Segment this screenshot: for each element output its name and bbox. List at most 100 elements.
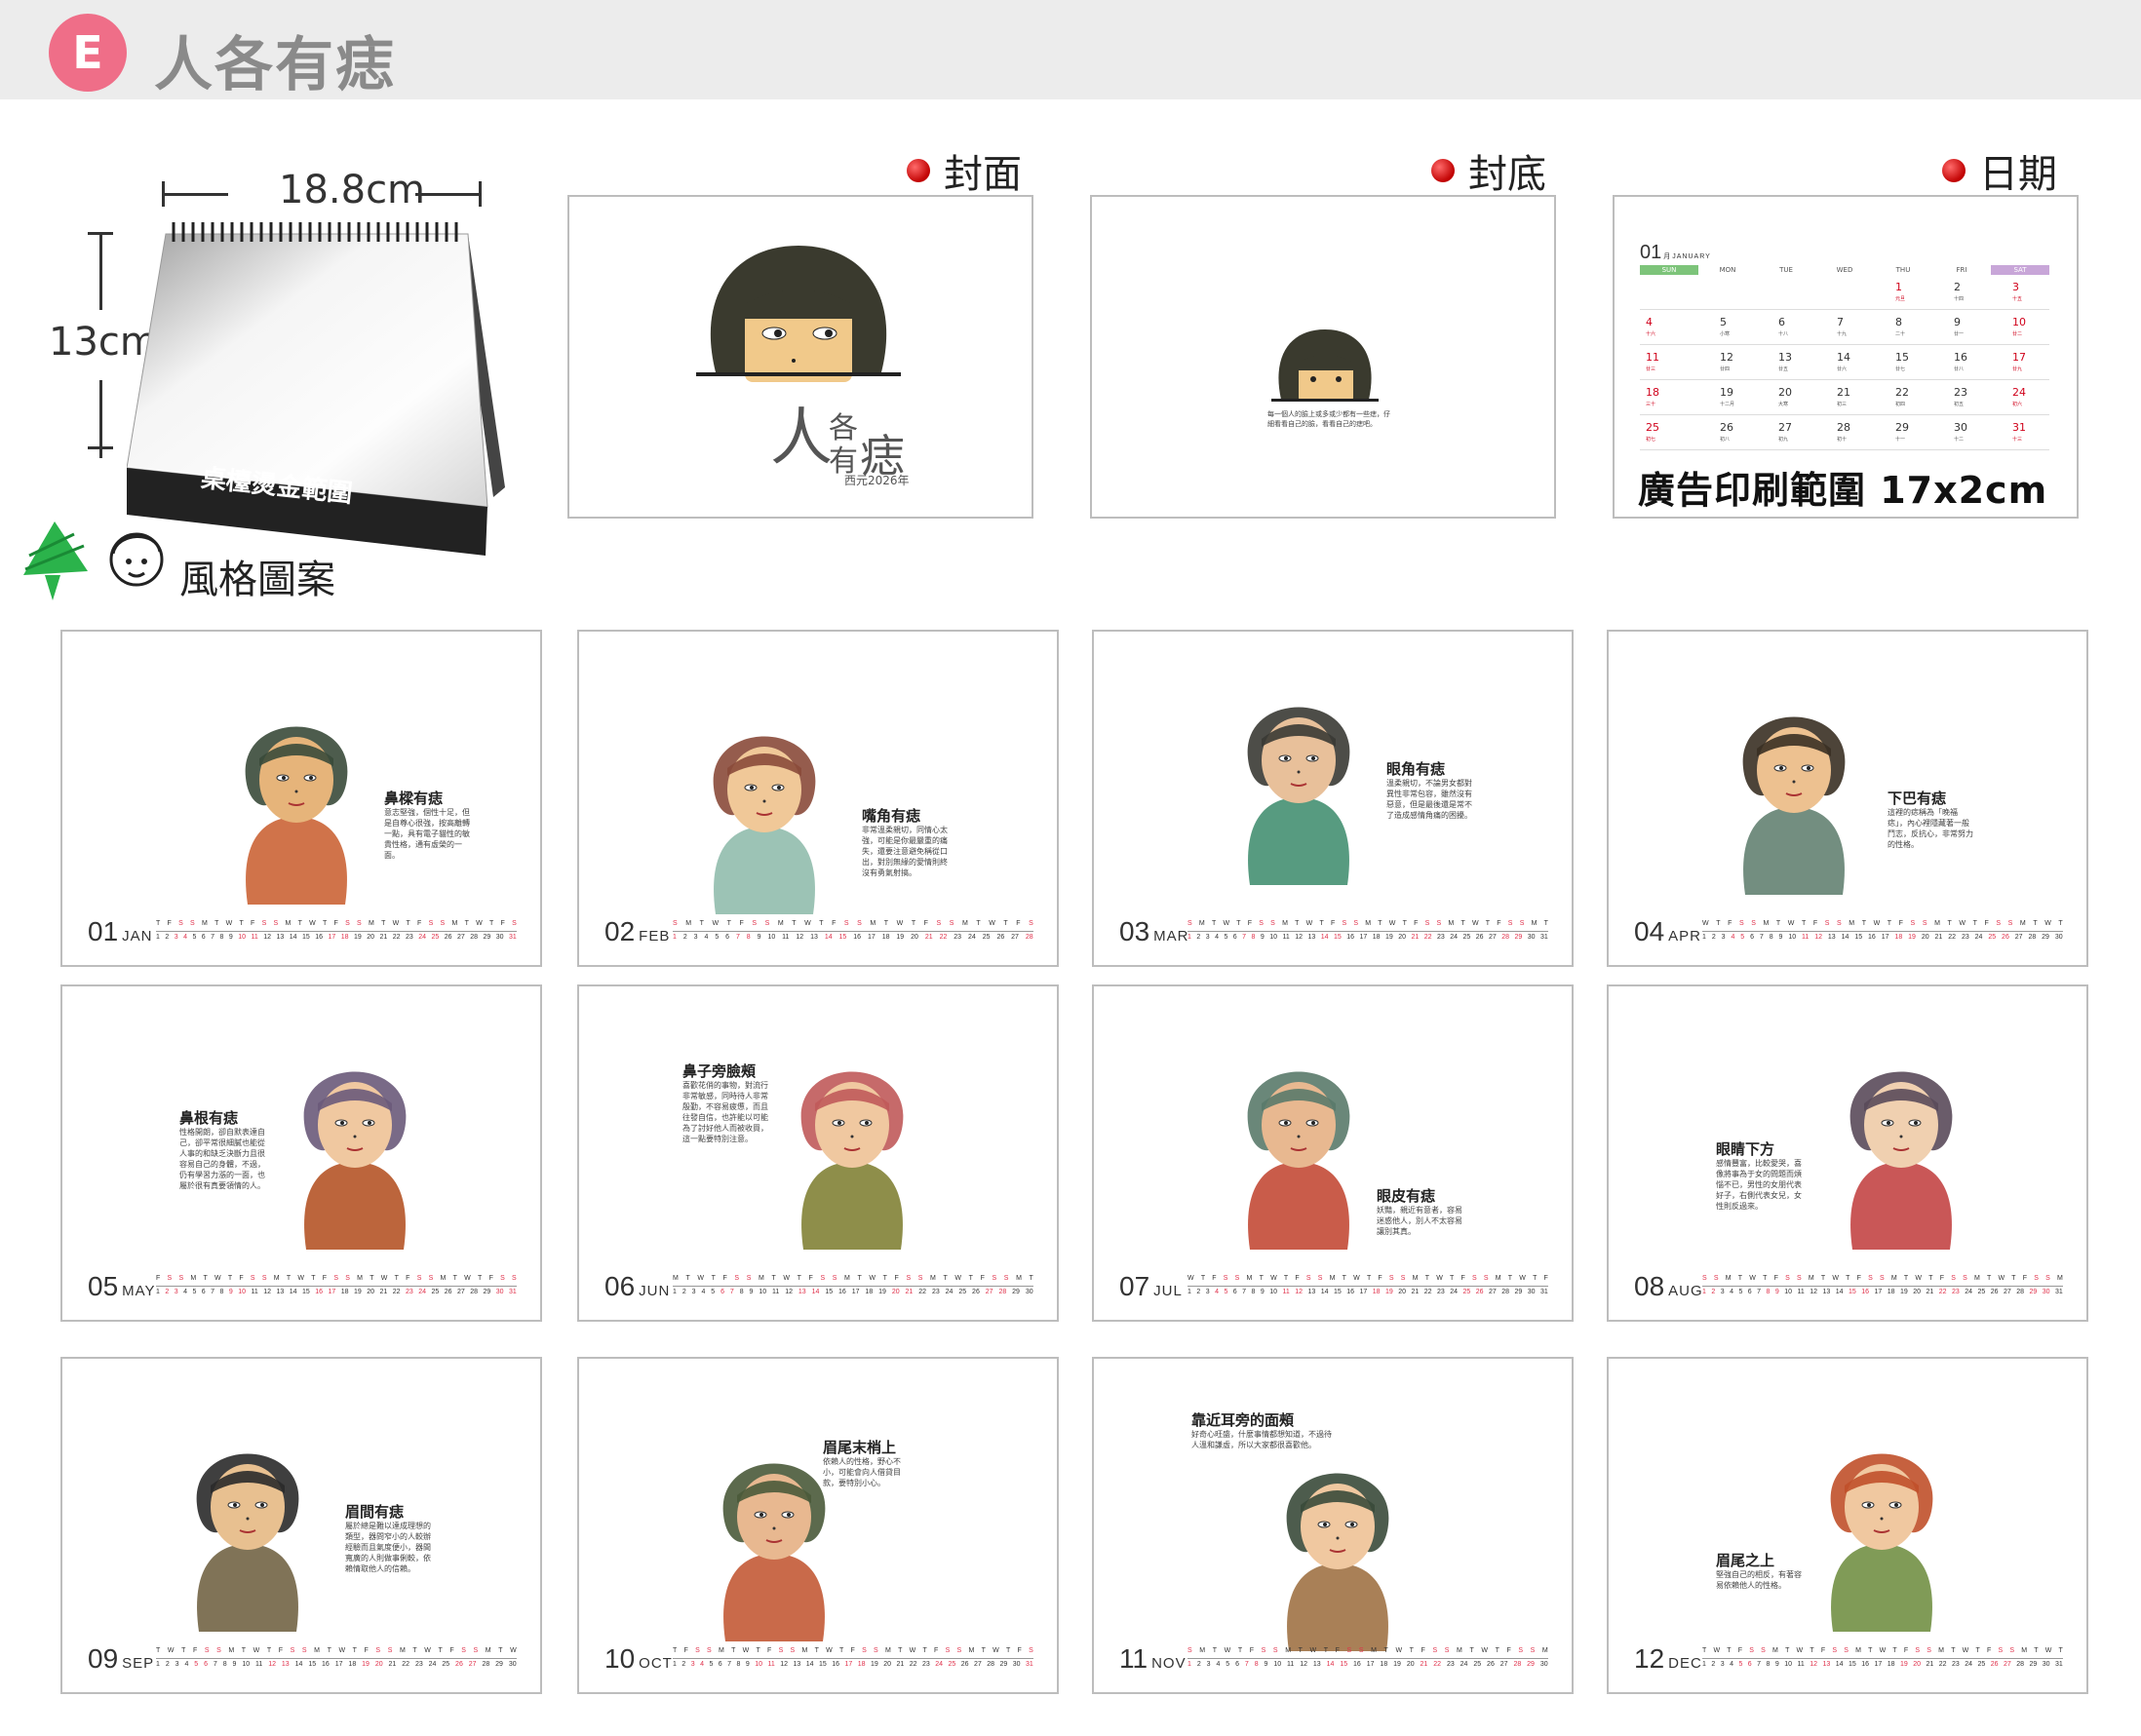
cover-title-char: 人 — [770, 403, 833, 475]
month-day-strip: S M T W T F S S M T W T F S S M T W T F S S M T W T F S 1 2 3 4 5 6 7 8 9 10 1… — [673, 920, 1033, 944]
weekday-letter: M — [1246, 1275, 1253, 1282]
calendar-week-row: 1 元旦 2 十四 3 十五 — [1640, 275, 2049, 310]
weekday-letter: M — [1371, 1647, 1377, 1654]
calendar-week-row: 11 廿三 12 廿四 13 廿五 14 廿六 15 廿七 16 廿八 17 廿九 — [1640, 345, 2049, 380]
day-number: 1 — [1702, 1661, 1706, 1668]
day-number: 18 — [1372, 934, 1381, 941]
weekday-letter: F — [850, 1647, 855, 1654]
day-number: 14 — [824, 934, 833, 941]
cover-card[interactable]: 人 各 有 痣 西元2026年 — [567, 195, 1033, 519]
weekday-letter: T — [1383, 1647, 1388, 1654]
weekday-letter: S — [2045, 1275, 2050, 1282]
weekday-letter: W — [1388, 920, 1396, 927]
day-number: 7 — [211, 1289, 215, 1295]
month-description: 感情豐富，比較愛哭，喜像將事為于女的問題而煩惱不已，男性的女朋代表好子，右側代表… — [1716, 1159, 1802, 1211]
day-number: 6 — [720, 1289, 724, 1295]
day-number: 31 — [508, 934, 517, 941]
day-number: 12 — [1814, 934, 1822, 941]
day-number: 20 — [1921, 934, 1929, 941]
red-dot-icon — [1431, 159, 1455, 182]
day-number: 9 — [1774, 1661, 1779, 1668]
day-number: 10 — [1784, 1661, 1793, 1668]
character-illustration — [1742, 716, 1846, 895]
month-card-sep[interactable]: 眉間有痣 屬於總是難以達成理想的類型，器問窄小的人較辦經驗而且氣度便小，器間寬廣的… — [60, 1357, 542, 1694]
day-number: 4 — [700, 1661, 704, 1668]
weekday-letter: F — [251, 920, 255, 927]
month-card-nov[interactable]: 靠近耳旁的面頰 好奇心旺盛，什麼事情都想知道，不過待人溫和謙虛，所以大家都很喜歡他… — [1092, 1357, 1574, 1694]
day-number: 3 — [1205, 1289, 1210, 1295]
day-number: 12 — [1295, 1289, 1304, 1295]
weekday-letter: T — [2058, 920, 2063, 927]
weekday-letter: M — [357, 1275, 363, 1282]
day-number: 15 — [1340, 1661, 1348, 1668]
calendar-day: 27 初九 — [1778, 421, 1792, 443]
day-number: 3 — [1720, 1289, 1725, 1295]
month-card-jan[interactable]: 鼻樑有痣 意志堅強，個性十足，但是自尊心很強，按高離轉一點，具有電子貓性的敏貴性格… — [60, 630, 542, 967]
calendar-day: 5 小寒 — [1720, 316, 1731, 337]
month-card-aug[interactable]: 眼睛下方 感情豐富，比較愛哭，喜像將事為于女的問題而煩惱不已，男性的女朋代表好子，… — [1607, 984, 2088, 1322]
day-number: 5 — [192, 934, 197, 941]
weekday-letter: S — [1187, 1647, 1192, 1654]
day-number: 24 — [418, 1289, 427, 1295]
weekday-letter: T — [1892, 1647, 1897, 1654]
day-number: 8 — [1766, 1661, 1771, 1668]
weekday-letter: M — [1495, 1275, 1501, 1282]
weekday-letter: M — [968, 1647, 975, 1654]
weekday-letter: S — [1702, 1275, 1707, 1282]
weekday-letter: T — [286, 1275, 292, 1282]
month-number: 11 NOV — [1119, 1643, 1187, 1674]
weekday-letter: T — [898, 1647, 903, 1654]
day-number: 5 — [1224, 1289, 1228, 1295]
weekday-letter: S — [917, 1275, 923, 1282]
calendar-day: 26 初八 — [1720, 421, 1733, 443]
day-number: 15 — [1854, 934, 1863, 941]
weekday-letter: T — [1775, 920, 1781, 927]
weekday-letter: M — [1198, 920, 1205, 927]
day-number: 13 — [1307, 934, 1316, 941]
month-card-feb[interactable]: 嘴角有痣 非常溫柔親切，同情心太強，可能是你最嚴重的痛失，還要注意避免稱從口出，對… — [577, 630, 1059, 967]
day-number: 28 — [2028, 934, 2037, 941]
day-number: 24 — [1965, 1289, 1973, 1295]
weekday-letter: W — [1959, 920, 1966, 927]
day-number: 5 — [709, 1661, 714, 1668]
month-title: 鼻子旁臉頰 — [682, 1062, 757, 1080]
back-cover-card[interactable]: 每一個人的臉上或多或少都有一些痣，仔細看看自己的臉，看看自己的痣吧。 — [1090, 195, 1556, 519]
day-number: 6 — [1747, 1289, 1752, 1295]
day-number: 6 — [201, 1289, 206, 1295]
weekday-letter: W — [476, 920, 483, 927]
day-number: 11 — [767, 1661, 775, 1668]
day-number: 26 — [1475, 934, 1484, 941]
day-number: 30 — [508, 1661, 517, 1668]
date-card[interactable]: 01 月 JANUARY SUN MON TUE WED THU FRI SAT 1 元旦 2 十四 3 十… — [1613, 195, 2079, 519]
day-number: 13 — [793, 1661, 801, 1668]
month-card-jul[interactable]: 眼皮有痣 妖豔，親近有意者，容易迷惑他人，別人不太容易讓別其真。 07 JUL W T F S… — [1092, 984, 1574, 1322]
weekday-letter: F — [923, 920, 928, 927]
weekday-letter: S — [752, 920, 758, 927]
day-number: 3 — [1205, 934, 1210, 941]
weekday-letter: S — [1444, 1647, 1450, 1654]
day-number: 29 — [1527, 1661, 1535, 1668]
day-number: 17 — [844, 1661, 853, 1668]
calendar-day: 20 大寒 — [1778, 386, 1792, 407]
month-card-mar[interactable]: 眼角有痣 溫柔親切，不論男女都對異性非常包容，雖然沒有惡意，但是最後還是常不了造成… — [1092, 630, 1574, 967]
weekday-letter: T — [1986, 1275, 1992, 1282]
month-card-dec[interactable]: 眉尾之上 堅強自己的相反，有著容易依賴他人的性格。 12 DEC T W T F S S M T W T F… — [1607, 1357, 2088, 1694]
day-number: 29 — [2042, 934, 2049, 941]
month-description: 屬於總是難以達成理想的類型，器問窄小的人較辦經驗而且氣度便小，器間寬廣的人則做事… — [345, 1522, 431, 1573]
day-number: 13 — [1307, 1289, 1316, 1295]
month-card-oct[interactable]: 眉尾末梢上 依賴人的性格，野心不小，可能會向人借貸目款，要特別小心。 10 OCT T F… — [577, 1357, 1059, 1694]
day-number: 12 — [1810, 1289, 1818, 1295]
weekday-letter: S — [1424, 920, 1430, 927]
month-card-apr[interactable]: 下巴有痣 這裡的痣稱為「晚福痣」，內心裡隱藏著一般鬥志，反抗心，非常努力的性格。 0… — [1607, 630, 2088, 967]
weekday-letter: W — [1962, 1647, 1969, 1654]
month-card-jun[interactable]: 鼻子旁臉頰 喜歡花俏的事物，對流行非常敏感，同時待人非常殷勤，不容易疲憊，而且往發… — [577, 984, 1059, 1322]
weekday-header: SAT — [1991, 265, 2049, 275]
day-number: 22 — [909, 1661, 917, 1668]
day-number: 11 — [251, 1289, 258, 1295]
month-card-may[interactable]: 鼻根有痣 性格開朗，卻自默表達自己，卻平常很細膩也能從人事的和缺乏決斷力且很容易自… — [60, 984, 542, 1322]
weekday-letter: S — [1951, 1275, 1956, 1282]
weekday-letter: S — [428, 1275, 434, 1282]
weekday-letter: W — [804, 920, 811, 927]
weekday-letter: S — [345, 920, 350, 927]
weekday-letter: S — [1029, 920, 1033, 927]
